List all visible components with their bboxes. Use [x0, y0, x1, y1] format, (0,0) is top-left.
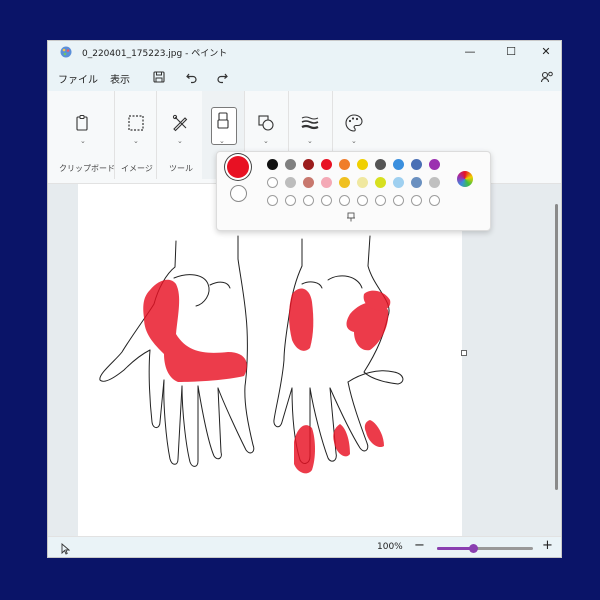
- zoom-slider[interactable]: [437, 544, 533, 553]
- color-swatch[interactable]: [375, 177, 386, 188]
- redo-icon[interactable]: [215, 70, 229, 84]
- custom-color-slot[interactable]: [411, 195, 422, 206]
- window-title: 0_220401_175223.jpg - ペイント: [82, 49, 228, 59]
- select-icon[interactable]: [126, 113, 146, 133]
- color-swatch[interactable]: [411, 177, 422, 188]
- custom-color-slot[interactable]: [321, 195, 332, 206]
- custom-color-slot[interactable]: [303, 195, 314, 206]
- color-swatch[interactable]: [393, 159, 404, 170]
- zoom-in-button[interactable]: +: [542, 538, 553, 553]
- close-button[interactable]: ✕: [531, 43, 561, 61]
- clipboard-label: クリップボード: [59, 164, 115, 173]
- drawing-canvas[interactable]: [78, 184, 462, 536]
- line-size-icon[interactable]: [300, 113, 320, 133]
- color-swatch[interactable]: [393, 177, 404, 188]
- color-swatch[interactable]: [357, 177, 368, 188]
- color-swatch[interactable]: [321, 177, 332, 188]
- maximize-button[interactable]: ☐: [496, 43, 526, 61]
- shapes-chevron[interactable]: ⌄: [263, 137, 269, 145]
- primary-color-swatch[interactable]: [227, 156, 249, 178]
- size-chevron[interactable]: ⌄: [307, 137, 313, 145]
- color-swatch[interactable]: [375, 159, 386, 170]
- minimize-button[interactable]: —: [455, 43, 485, 61]
- color-swatch[interactable]: [303, 177, 314, 188]
- custom-color-slot[interactable]: [267, 195, 278, 206]
- color-swatch[interactable]: [429, 159, 440, 170]
- color-swatch[interactable]: [285, 159, 296, 170]
- menu-bar: ファイル 表示: [48, 63, 561, 91]
- clipboard-icon[interactable]: [72, 113, 92, 133]
- clipboard-group: ⌄ クリップボード: [48, 91, 115, 179]
- save-icon[interactable]: [152, 70, 166, 84]
- title-bar: 0_220401_175223.jpg - ペイント — ☐ ✕: [48, 41, 561, 63]
- color-swatch[interactable]: [411, 159, 422, 170]
- tools-chevron[interactable]: ⌄: [177, 137, 183, 145]
- shapes-icon[interactable]: [256, 113, 276, 133]
- palette-icon[interactable]: [344, 113, 364, 133]
- undo-icon[interactable]: [185, 70, 199, 84]
- color-swatch[interactable]: [321, 159, 332, 170]
- custom-color-slot[interactable]: [375, 195, 386, 206]
- tools-icon[interactable]: [170, 113, 190, 133]
- color-swatch[interactable]: [339, 177, 350, 188]
- color-swatch[interactable]: [357, 159, 368, 170]
- custom-color-slot[interactable]: [339, 195, 350, 206]
- canvas-resize-handle[interactable]: [461, 350, 467, 356]
- tools-label: ツール: [169, 164, 193, 173]
- vertical-scrollbar[interactable]: [555, 204, 558, 490]
- color-swatch[interactable]: [429, 177, 440, 188]
- custom-color-slot[interactable]: [429, 195, 440, 206]
- clipboard-chevron[interactable]: ⌄: [80, 137, 86, 145]
- secondary-color-swatch[interactable]: [230, 185, 247, 202]
- hands-drawing: [99, 235, 404, 474]
- zoom-slider-thumb[interactable]: [469, 544, 479, 553]
- zoom-slider-fill: [437, 547, 474, 550]
- color-swatch[interactable]: [267, 177, 278, 188]
- color-palette-popup: [216, 151, 491, 231]
- cursor-position-icon: [61, 543, 70, 555]
- color-swatch[interactable]: [339, 159, 350, 170]
- pin-icon[interactable]: [346, 212, 356, 222]
- color-swatch[interactable]: [303, 159, 314, 170]
- image-label: イメージ: [121, 164, 153, 173]
- custom-color-slot[interactable]: [357, 195, 368, 206]
- brush-chevron[interactable]: ⌄: [219, 137, 225, 145]
- tools-group: ⌄ ツール: [156, 91, 203, 179]
- share-icon[interactable]: [540, 70, 554, 84]
- colors-chevron[interactable]: ⌄: [351, 137, 357, 145]
- color-swatch[interactable]: [267, 159, 278, 170]
- custom-color-slot[interactable]: [285, 195, 296, 206]
- image-chevron[interactable]: ⌄: [133, 137, 139, 145]
- zoom-level-text: 100%: [377, 542, 403, 552]
- paint-app-icon: [60, 46, 72, 58]
- color-picker-wheel-icon[interactable]: [457, 171, 473, 187]
- paint-window: 0_220401_175223.jpg - ペイント — ☐ ✕ ファイル 表示: [47, 40, 562, 558]
- custom-color-slot[interactable]: [393, 195, 404, 206]
- color-swatch[interactable]: [285, 177, 296, 188]
- status-bar: 100% − +: [48, 536, 561, 557]
- image-group: ⌄ イメージ: [114, 91, 157, 179]
- zoom-out-button[interactable]: −: [414, 538, 425, 553]
- menu-file[interactable]: ファイル: [58, 71, 98, 86]
- brush-icon[interactable]: [213, 111, 233, 131]
- canvas-area[interactable]: [48, 184, 561, 536]
- menu-view[interactable]: 表示: [110, 71, 130, 86]
